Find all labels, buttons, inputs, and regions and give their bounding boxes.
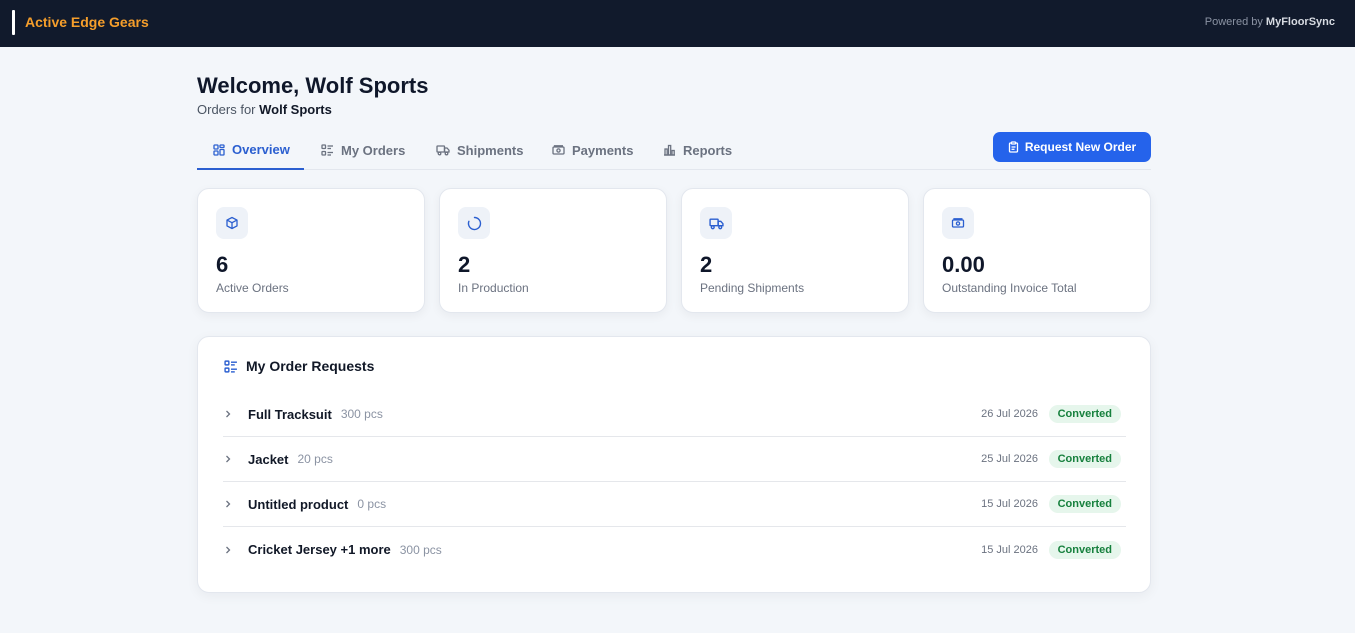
chevron-right-icon[interactable] <box>223 409 243 419</box>
tab-label: Overview <box>232 142 290 157</box>
order-quantity: 300 pcs <box>340 407 383 421</box>
order-quantity: 300 pcs <box>399 542 442 557</box>
chevron-right-icon[interactable] <box>223 499 243 509</box>
stat-value: 6 <box>216 252 229 277</box>
brand-accent-bar <box>12 10 15 35</box>
stat-label: Pending Shipments <box>700 281 805 295</box>
truck-icon <box>700 207 732 239</box>
request-new-order-button[interactable]: Request New Order <box>993 132 1151 162</box>
subtitle-customer: Wolf Sports <box>259 102 332 117</box>
top-bar: Active Edge Gears Powered by MyFloorSync <box>0 0 1355 47</box>
tab-shipments[interactable]: Shipments <box>436 131 523 169</box>
stat-value: 2 <box>700 252 713 277</box>
tab-label: Reports <box>683 142 733 158</box>
order-product-name: Full Tracksuit <box>248 406 332 422</box>
banknote-icon <box>552 145 565 155</box>
tab-label: Payments <box>572 142 634 158</box>
request-new-order-label: Request New Order <box>1024 140 1137 154</box>
order-request-row[interactable]: Jacket 20 pcs 25 Jul 2026 Converted <box>223 437 1126 482</box>
order-requests-heading: My Order Requests <box>224 358 374 374</box>
powered-by: Powered by MyFloorSync <box>1205 16 1335 28</box>
order-quantity: 0 pcs <box>357 497 387 511</box>
spinner-icon <box>458 207 490 239</box>
banknote-icon <box>942 207 974 239</box>
order-date: 15 Jul 2026 <box>981 498 1038 510</box>
stat-card-outstanding-invoice: 0.00 Outstanding Invoice Total <box>923 188 1151 313</box>
grid-icon <box>213 143 225 156</box>
stat-value: 2 <box>458 252 471 277</box>
order-product-name: Untitled product <box>248 496 349 512</box>
list-icon <box>321 144 333 156</box>
stat-label: Active Orders <box>216 281 289 295</box>
order-date: 15 Jul 2026 <box>981 543 1038 556</box>
bar-chart-icon <box>664 144 675 156</box>
order-request-row[interactable]: Untitled product 0 pcs 15 Jul 2026 Conve… <box>223 482 1126 527</box>
status-badge: Converted <box>1048 495 1121 513</box>
powered-by-name[interactable]: MyFloorSync <box>1266 16 1335 28</box>
order-request-row[interactable]: Cricket Jersey +1 more 300 pcs 15 Jul 20… <box>223 527 1126 572</box>
box-icon <box>216 207 248 239</box>
stat-label: In Production <box>458 281 529 295</box>
status-badge: Converted <box>1048 405 1121 423</box>
status-badge: Converted <box>1048 450 1121 468</box>
page-subtitle: Orders for Wolf Sports <box>197 102 332 117</box>
order-request-row[interactable]: Full Tracksuit 300 pcs 26 Jul 2026 Conve… <box>223 392 1126 437</box>
order-quantity: 20 pcs <box>297 452 333 466</box>
truck-icon <box>436 145 450 156</box>
tab-label: My Orders <box>341 142 406 158</box>
brand-name[interactable]: Active Edge Gears <box>25 14 149 30</box>
stat-card-active-orders: 6 Active Orders <box>197 188 425 313</box>
subtitle-prefix: Orders for <box>197 102 256 117</box>
stat-card-in-production: 2 In Production <box>439 188 667 313</box>
tab-my-orders[interactable]: My Orders <box>321 131 405 169</box>
tab-payments[interactable]: Payments <box>552 131 633 169</box>
stat-value: 0.00 <box>942 252 985 277</box>
clipboard-icon <box>1008 141 1018 153</box>
stat-label: Outstanding Invoice Total <box>942 281 1077 295</box>
page-title: Welcome, Wolf Sports <box>197 73 429 98</box>
order-requests-panel: My Order Requests Full Tracksuit 300 pcs… <box>197 336 1151 593</box>
order-requests-title: My Order Requests <box>246 358 375 374</box>
order-date: 26 Jul 2026 <box>981 408 1038 420</box>
chevron-right-icon[interactable] <box>223 545 243 555</box>
order-product-name: Jacket <box>248 451 289 467</box>
list-icon <box>224 359 237 373</box>
chevron-right-icon[interactable] <box>223 454 243 464</box>
status-badge: Converted <box>1048 540 1121 559</box>
powered-by-prefix: Powered by <box>1204 16 1263 28</box>
tab-reports[interactable]: Reports <box>663 131 732 169</box>
tab-label: Shipments <box>457 142 524 158</box>
order-date: 25 Jul 2026 <box>981 453 1038 465</box>
stat-card-pending-shipments: 2 Pending Shipments <box>681 188 909 313</box>
tab-overview[interactable]: Overview <box>197 131 304 170</box>
order-product-name: Cricket Jersey +1 more <box>248 542 391 557</box>
